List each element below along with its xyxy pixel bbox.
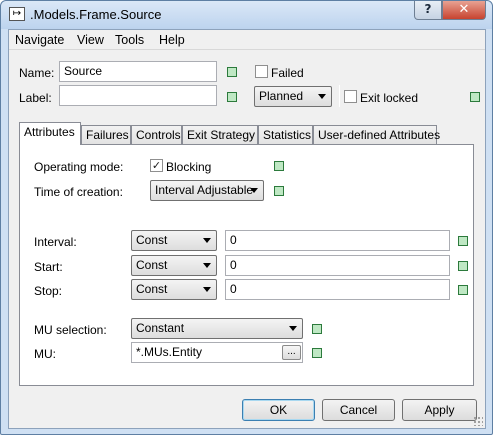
menu-navigate[interactable]: Navigate xyxy=(15,33,64,47)
mu-label: MU: xyxy=(34,347,56,361)
chevron-down-icon xyxy=(203,263,211,268)
help-button[interactable]: ? xyxy=(414,1,442,20)
blocking-checkbox[interactable]: ✓ xyxy=(150,159,163,172)
tab-user-defined-attributes[interactable]: User-defined Attributes xyxy=(313,125,440,144)
dialog-window: ↦ .Models.Frame.Source ? ✕ Navigate View… xyxy=(0,0,493,435)
interval-label: Interval: xyxy=(34,235,77,249)
tab-failures[interactable]: Failures xyxy=(81,125,131,144)
apply-button[interactable]: Apply xyxy=(402,399,477,421)
chevron-down-icon xyxy=(289,326,297,331)
label-inherit-indicator[interactable] xyxy=(227,92,237,102)
tab-controls[interactable]: Controls xyxy=(131,125,182,144)
app-icon: ↦ xyxy=(9,7,25,21)
chevron-down-icon xyxy=(318,94,326,99)
mu-selection-label: MU selection: xyxy=(34,323,107,337)
menu-help[interactable]: Help xyxy=(159,33,185,47)
name-inherit-indicator[interactable] xyxy=(227,67,237,77)
time-of-creation-value: Interval Adjustable xyxy=(155,183,254,197)
start-value-field[interactable]: 0 xyxy=(225,255,450,276)
start-type-dropdown[interactable]: Const xyxy=(131,255,217,276)
stop-value-field[interactable]: 0 xyxy=(225,279,450,300)
tab-exit-strategy[interactable]: Exit Strategy xyxy=(182,125,258,144)
state-dropdown[interactable]: Planned xyxy=(254,86,332,107)
start-label: Start: xyxy=(34,260,63,274)
stop-label: Stop: xyxy=(34,284,63,298)
chevron-down-icon xyxy=(203,238,211,243)
chevron-down-icon xyxy=(203,287,211,292)
interval-inherit-indicator[interactable] xyxy=(458,236,468,246)
time-of-creation-dropdown[interactable]: Interval Adjustable xyxy=(150,180,264,201)
resize-grip[interactable] xyxy=(473,416,483,426)
mu-field[interactable]: *.MUs.Entity xyxy=(131,342,303,363)
label-field[interactable] xyxy=(59,85,217,106)
failed-checkbox[interactable] xyxy=(255,65,268,78)
interval-value-field[interactable]: 0 xyxy=(225,230,450,251)
cancel-button[interactable]: Cancel xyxy=(322,399,395,421)
start-inherit-indicator[interactable] xyxy=(458,261,468,271)
stop-inherit-indicator[interactable] xyxy=(458,285,468,295)
dialog-client-area: Navigate View Tools Help Name: Source Fa… xyxy=(8,29,486,429)
window-title: .Models.Frame.Source xyxy=(30,7,162,22)
menu-view[interactable]: View xyxy=(77,33,104,47)
mu-inherit-indicator[interactable] xyxy=(312,348,322,358)
tab-statistics[interactable]: Statistics xyxy=(258,125,313,144)
menu-bar: Navigate View Tools Help xyxy=(9,30,485,50)
tab-attributes[interactable]: Attributes xyxy=(19,122,81,145)
time-of-creation-inherit-indicator[interactable] xyxy=(274,186,284,196)
interval-type-dropdown[interactable]: Const xyxy=(131,230,217,251)
mu-selection-value: Constant xyxy=(136,321,185,335)
interval-type-value: Const xyxy=(136,233,168,247)
operating-mode-label: Operating mode: xyxy=(34,160,124,174)
mu-selection-inherit-indicator[interactable] xyxy=(312,324,322,334)
attributes-tab-panel: Operating mode: ✓ Blocking Time of creat… xyxy=(19,144,474,386)
stop-type-dropdown[interactable]: Const xyxy=(131,279,217,300)
operating-mode-inherit-indicator[interactable] xyxy=(274,161,284,171)
chevron-down-icon xyxy=(250,188,258,193)
name-label: Name: xyxy=(19,66,55,80)
exit-locked-inherit-indicator[interactable] xyxy=(470,92,480,102)
failed-label: Failed xyxy=(271,66,304,80)
menu-tools[interactable]: Tools xyxy=(115,33,144,47)
mu-value: *.MUs.Entity xyxy=(136,345,203,359)
time-of-creation-label: Time of creation: xyxy=(34,185,123,199)
state-dropdown-value: Planned xyxy=(259,89,304,103)
mu-browse-button[interactable]: ... xyxy=(282,345,301,360)
start-type-value: Const xyxy=(136,258,168,272)
label-label: Label: xyxy=(19,91,52,105)
name-field[interactable]: Source xyxy=(59,61,217,82)
title-bar[interactable]: ↦ .Models.Frame.Source ? ✕ xyxy=(1,1,492,29)
exit-locked-label: Exit locked xyxy=(360,91,419,105)
blocking-label: Blocking xyxy=(166,160,212,174)
mu-selection-dropdown[interactable]: Constant xyxy=(131,318,303,339)
close-button[interactable]: ✕ xyxy=(442,1,486,20)
stop-type-value: Const xyxy=(136,282,168,296)
toolbar-separator xyxy=(339,85,340,107)
exit-locked-checkbox[interactable] xyxy=(344,90,357,103)
ok-button[interactable]: OK xyxy=(242,399,315,421)
